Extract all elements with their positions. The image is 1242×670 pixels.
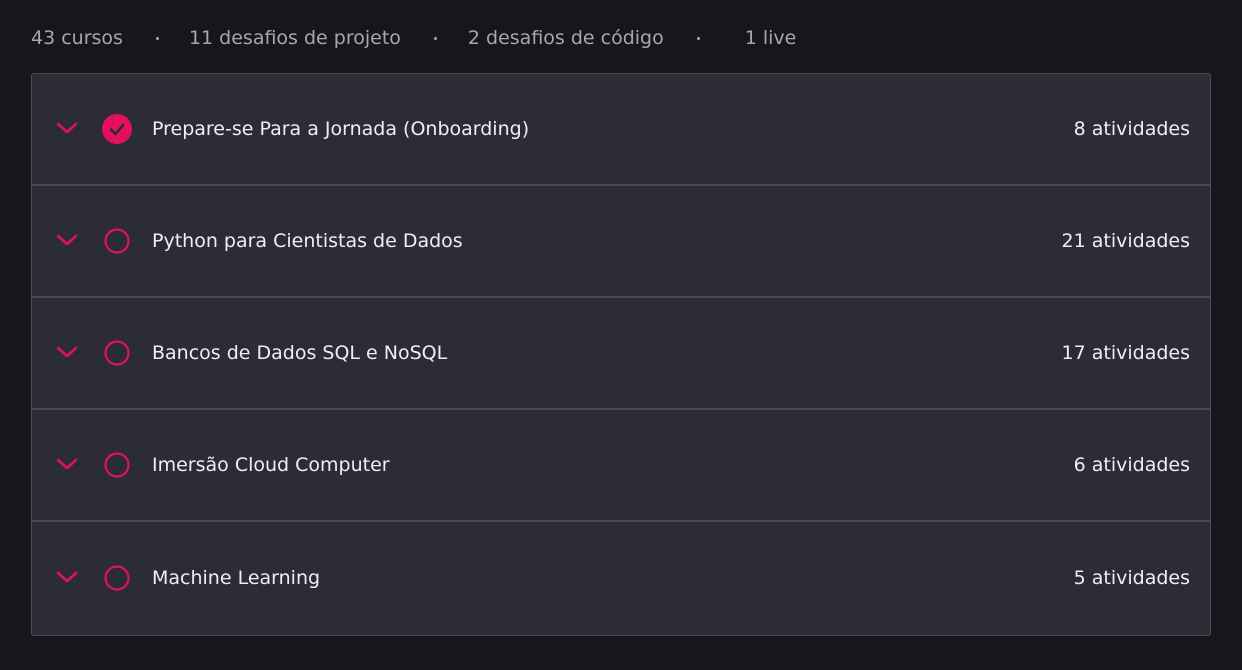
empty-circle-icon: [104, 228, 130, 254]
separator-dot: [696, 36, 700, 40]
empty-circle-icon: [104, 452, 130, 478]
module-activity-count: 21 atividades: [1061, 230, 1190, 252]
module-row[interactable]: Imersão Cloud Computer 6 atividades: [32, 410, 1210, 522]
code-challenges-count: 2 desafios de código: [467, 27, 664, 49]
module-row[interactable]: Prepare-se Para a Jornada (Onboarding) 8…: [32, 74, 1210, 186]
empty-circle-icon: [104, 564, 130, 591]
module-row[interactable]: Bancos de Dados SQL e NoSQL 17 atividade…: [32, 298, 1210, 410]
modules-accordion: Prepare-se Para a Jornada (Onboarding) 8…: [31, 73, 1211, 636]
module-title: Python para Cientistas de Dados: [152, 230, 463, 252]
module-title: Prepare-se Para a Jornada (Onboarding): [152, 118, 530, 140]
check-circle-icon: [102, 114, 132, 144]
module-row[interactable]: Machine Learning 5 atividades: [32, 522, 1210, 633]
separator-dot: [433, 36, 437, 40]
course-summary: 43 cursos 11 desafios de projeto 2 desaf…: [31, 26, 796, 50]
module-title: Bancos de Dados SQL e NoSQL: [152, 342, 448, 364]
module-row[interactable]: Python para Cientistas de Dados 21 ativi…: [32, 186, 1210, 298]
chevron-down-icon[interactable]: [56, 345, 78, 359]
lives-count: 1 live: [744, 27, 797, 49]
chevron-down-icon[interactable]: [56, 121, 78, 135]
module-title: Imersão Cloud Computer: [152, 454, 390, 476]
empty-circle-icon: [104, 340, 130, 366]
module-activity-count: 8 atividades: [1073, 118, 1190, 140]
module-title: Machine Learning: [152, 566, 321, 589]
module-activity-count: 6 atividades: [1073, 454, 1190, 476]
chevron-down-icon[interactable]: [56, 457, 78, 471]
chevron-down-icon[interactable]: [56, 570, 78, 584]
courses-count: 43 cursos: [31, 27, 123, 49]
module-activity-count: 17 atividades: [1061, 342, 1190, 364]
separator-dot: [155, 36, 159, 40]
module-activity-count: 5 atividades: [1073, 566, 1190, 589]
project-challenges-count: 11 desafios de projeto: [188, 27, 401, 49]
chevron-down-icon[interactable]: [56, 233, 78, 247]
